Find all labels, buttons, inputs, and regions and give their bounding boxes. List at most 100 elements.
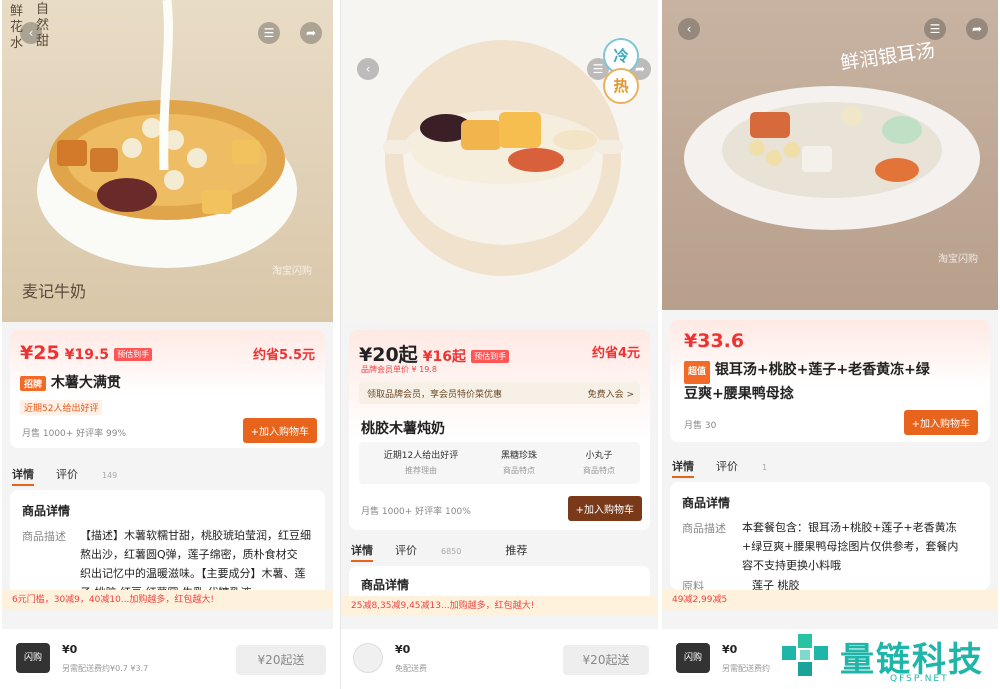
tab-recommend[interactable]: 推荐: [505, 544, 527, 557]
price-estimated: ¥19.5: [64, 347, 110, 363]
delivery-fee-note: 免配送费: [395, 664, 427, 673]
back-button[interactable]: ‹: [678, 18, 700, 40]
tab-reviews[interactable]: 评价 149: [56, 468, 139, 481]
add-to-cart-button[interactable]: +加入购物车: [567, 496, 642, 521]
add-to-cart-button[interactable]: +加入购物车: [242, 418, 317, 443]
sales-info: 月售 1000+ 好评率 100%: [361, 507, 471, 517]
estimated-tag: 预估到手: [114, 348, 153, 361]
tab-details[interactable]: 详情: [672, 460, 694, 478]
review-chip: 近期52人给出好评: [20, 400, 103, 415]
checkout-bar: 闪购 ¥0 另需配送费约¥0.7 ¥3.7 ¥20起送: [2, 629, 333, 689]
price-main: ¥33.6: [684, 330, 745, 352]
watermark: 淘宝闪购: [938, 254, 978, 265]
cart-icon[interactable]: [353, 643, 383, 673]
estimated-tag: 预估到手: [471, 350, 510, 363]
price-card: ¥25 ¥19.5 预估到手 约省5.5元 招牌 木薯大满贯 近期52人给出好评…: [10, 330, 325, 448]
product-page-2: ‹ ☰ ➦ 冷 热 ¥20起 ¥16起 预估到手 约省4元 品牌会员单价 ¥ 1…: [340, 0, 658, 689]
brand-domain: QFSP.NET: [890, 674, 949, 684]
add-to-cart-button[interactable]: +加入购物车: [903, 410, 978, 435]
tab-reviews-count: 1: [762, 463, 768, 472]
tab-reviews-label: 评价: [56, 468, 78, 481]
hero-brand-vertical: 鲜 花 水: [10, 4, 24, 51]
price-row: ¥33.6: [684, 330, 744, 352]
min-order-button[interactable]: ¥20起送: [236, 645, 326, 675]
delivery-fee-note: 另需配送费约¥0.7 ¥3.7: [62, 664, 149, 673]
delivery-fee-note: 另需配送费约: [722, 664, 770, 673]
product-hero-image: ‹ ☰ ➦ 冷 热: [341, 0, 658, 322]
delivery-price: ¥0: [722, 643, 738, 656]
feature-item: 小丸子 商品特点: [569, 448, 629, 476]
price-row: ¥25 ¥19.5 预估到手: [20, 342, 153, 364]
product-hero-image: ‹ ☰ ➦ 鲜润银耳汤 淘宝闪购: [662, 0, 998, 310]
price-main: ¥20起: [359, 344, 418, 366]
sales-info: 月售 1000+ 好评率 99%: [22, 429, 127, 439]
promo-bar[interactable]: 6元门槛，30减9，40减10...加购越多，红包越大!: [2, 590, 333, 610]
product-title: 超值 银耳汤+桃胶+莲子+老香黄冻+绿 豆爽+腰果鸭母捻: [684, 360, 974, 405]
promo-bar[interactable]: 25减8,35减9,45减13...加购越多，红包越大!: [341, 596, 658, 616]
bag-icon[interactable]: 闪购: [676, 643, 710, 673]
product-page-1: ‹ ☰ ➦ 鲜 花 水 自 然 甜 麦记牛奶 淘宝闪购 ¥25 ¥19.5 预估…: [2, 0, 333, 689]
feature-value: 黑糖珍珠: [500, 451, 537, 461]
review-chip-wrap: 近期52人给出好评: [20, 396, 103, 415]
detail-tabs: 详情 评价 149: [12, 466, 161, 486]
tab-reviews[interactable]: 评价 1: [716, 460, 789, 473]
detail-card: 商品详情 商品描述 本套餐包含：银耳汤+桃胶+莲子+老香黄冻 +绿豆爽+腰果鸭母…: [670, 482, 990, 593]
product-hero-image: ‹ ☰ ➦ 鲜 花 水 自 然 甜 麦记牛奶 淘宝闪购: [2, 0, 333, 322]
feature-item: 黑糖珍珠 商品特点: [489, 448, 549, 476]
signature-badge: 招牌: [20, 376, 47, 391]
desc-line: 容不支持更换小料哦: [742, 559, 841, 572]
tab-details[interactable]: 详情: [351, 544, 373, 562]
delivery-price: ¥0: [62, 643, 78, 656]
price-row: ¥20起 ¥16起 预估到手: [359, 340, 510, 367]
price-card: ¥33.6 超值 银耳汤+桃胶+莲子+老香黄冻+绿 豆爽+腰果鸭母捻 月售 30…: [670, 320, 990, 442]
product-title-row: 招牌 木薯大满贯: [20, 372, 121, 392]
feature-value: 小丸子: [585, 451, 613, 461]
bag-icon[interactable]: 闪购: [16, 643, 50, 673]
desc-line: 【描述】木薯软糯甘甜，桃胶琥珀莹润，红豆细: [80, 529, 311, 542]
feature-value: 近期12人给出好评: [383, 451, 459, 461]
product-title: 木薯大满贯: [50, 375, 121, 391]
desc-line: 织出记忆中的温暖滋味。【主要成分】木薯、莲: [80, 567, 306, 580]
delivery-price: ¥0: [395, 643, 411, 656]
share-icon[interactable]: ➦: [300, 22, 322, 44]
brand-logo: 量链科技 QFSP.NET: [780, 630, 1000, 689]
back-button[interactable]: ‹: [357, 58, 379, 80]
tab-reviews-label: 评价: [395, 544, 417, 557]
save-amount: 约省5.5元: [252, 348, 315, 363]
min-order-button[interactable]: ¥20起送: [563, 645, 649, 675]
join-member-link[interactable]: 免费入会 >: [588, 387, 634, 400]
price-main: ¥25: [20, 342, 60, 364]
screenshot-collage: ‹ ☰ ➦ 鲜 花 水 自 然 甜 麦记牛奶 淘宝闪购 ¥25 ¥19.5 预估…: [0, 0, 1000, 689]
message-icon[interactable]: ☰: [258, 22, 280, 44]
section-title: 商品详情: [22, 504, 71, 518]
desc-line: +绿豆爽+腰果鸭母捻图片仅供参考，套餐内: [742, 540, 959, 553]
feature-label: 商品特点: [503, 466, 535, 475]
price-estimated: ¥16起: [422, 349, 466, 365]
hot-badge: 热: [603, 68, 639, 104]
tab-details[interactable]: 详情: [12, 468, 34, 486]
tab-reviews-count: 6850: [441, 547, 462, 556]
member-banner[interactable]: 领取品牌会员，享会员特价菜优惠 免费入会 >: [359, 382, 640, 404]
checkout-bar: ¥0 免配送费 ¥20起送: [341, 629, 658, 689]
hero-slogan-vertical: 自 然 甜: [36, 2, 50, 49]
product-title-line: 银耳汤+桃胶+莲子+老香黄冻+绿: [714, 362, 930, 378]
promo-bar[interactable]: 49减2,99减5: [662, 590, 998, 610]
save-amount: 约省4元: [591, 346, 640, 361]
detail-tabs: 详情 评价 6850 推荐: [351, 542, 549, 562]
feature-label: 推荐理由: [405, 466, 437, 475]
share-icon[interactable]: ➦: [966, 18, 988, 40]
desc-label: 商品描述: [682, 522, 726, 535]
desc-line: 熬出沙，红薯圆Q弹，莲子绵密，质朴食材交: [80, 548, 298, 561]
desc-label: 商品描述: [22, 530, 66, 543]
member-price: 品牌会员单价 ¥ 19.8: [361, 365, 437, 374]
tab-reviews[interactable]: 评价 6850: [395, 544, 483, 557]
hero-brand-name: 麦记牛奶: [22, 282, 87, 301]
detail-tabs: 详情 评价 1: [672, 458, 811, 478]
tab-reviews-label: 评价: [716, 460, 738, 473]
brand-mark-icon: [782, 634, 828, 676]
member-banner-text: 领取品牌会员，享会员特价菜优惠: [367, 390, 503, 400]
price-card: ¥20起 ¥16起 预估到手 约省4元 品牌会员单价 ¥ 19.8 领取品牌会员…: [349, 330, 650, 530]
product-title: 桃胶木薯炖奶: [361, 421, 445, 437]
sales-info: 月售 30: [684, 421, 717, 431]
feature-item: 近期12人给出好评 推荐理由: [373, 448, 469, 476]
